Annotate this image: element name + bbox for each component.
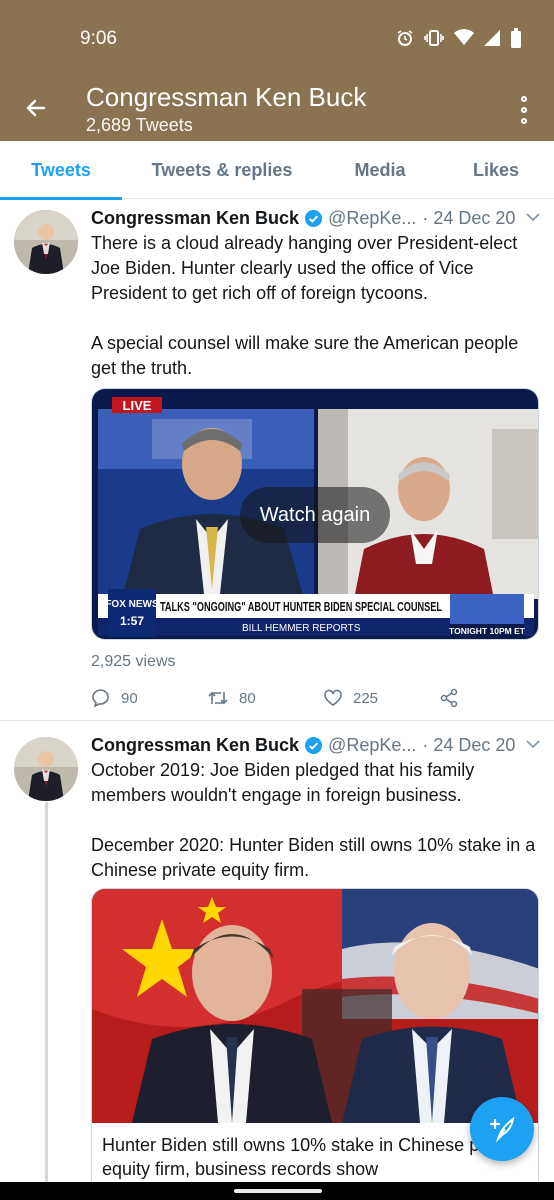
chevron-down-icon[interactable]	[525, 736, 541, 752]
watch-again-button[interactable]: Watch again	[240, 487, 390, 543]
more-options-button[interactable]	[512, 92, 536, 128]
tab-media[interactable]: Media	[322, 141, 438, 199]
more-dot-icon	[521, 118, 527, 124]
more-dot-icon	[521, 96, 527, 102]
separator-dot: ·	[422, 734, 429, 755]
retweet-icon	[208, 691, 228, 705]
battery-icon	[511, 28, 521, 48]
tab-tweets-and-replies[interactable]: Tweets & replies	[122, 141, 322, 199]
link-card[interactable]: Hunter Biden still owns 10% stake in Chi…	[91, 888, 539, 1188]
reply-icon	[92, 689, 109, 708]
tweet-text: There is a cloud already hanging over Pr…	[91, 233, 519, 378]
chyron-subline: BILL HEMMER REPORTS	[242, 623, 361, 634]
home-gesture-handle[interactable]	[234, 1189, 322, 1193]
like-button[interactable]: 225	[323, 688, 439, 708]
tweet-actions: 90 80 225	[91, 685, 531, 711]
back-button[interactable]	[16, 88, 56, 128]
share-button[interactable]	[439, 688, 459, 708]
arrow-left-icon	[26, 99, 46, 117]
retweet-count: 80	[239, 689, 256, 707]
verified-badge-icon	[305, 209, 323, 227]
tweet-divider	[0, 720, 554, 721]
author-name[interactable]: Congressman Ken Buck	[91, 208, 299, 229]
author-name[interactable]: Congressman Ken Buck	[91, 735, 299, 756]
tweet-count: 2,689 Tweets	[86, 115, 193, 135]
tweet-text: October 2019: Joe Biden pledged that his…	[91, 760, 536, 880]
compose-tweet-button[interactable]	[470, 1097, 534, 1161]
live-tag: LIVE	[123, 398, 152, 413]
signal-icon	[484, 30, 500, 46]
broadcast-clock: 1:57	[120, 614, 144, 628]
reply-button[interactable]: 90	[91, 688, 207, 708]
profile-tabs: Tweets Tweets & replies Media Likes	[0, 141, 554, 200]
more-dot-icon	[521, 107, 527, 113]
status-icons	[396, 28, 522, 48]
avatar-image	[14, 210, 78, 274]
status-time: 9:06	[80, 28, 117, 49]
share-icon	[440, 688, 458, 708]
status-bar: 9:06	[0, 0, 554, 78]
vibrate-icon	[424, 30, 444, 46]
tweet-header: Congressman Ken Buck @RepKe... · 24 Dec …	[91, 205, 543, 231]
tweet-date[interactable]: 24 Dec 20	[433, 208, 515, 229]
tweet-header: Congressman Ken Buck @RepKe... · 24 Dec …	[91, 732, 543, 758]
like-count: 225	[353, 689, 379, 707]
thread-connector	[45, 802, 48, 1182]
chevron-down-icon[interactable]	[525, 209, 541, 225]
heart-icon	[324, 689, 342, 706]
chyron-headline: TALKS "ONGOING" ABOUT HUNTER BIDEN SPECI…	[160, 600, 442, 614]
tab-tweets[interactable]: Tweets	[0, 141, 122, 200]
avatar[interactable]	[14, 737, 78, 801]
tweet-date[interactable]: 24 Dec 20	[433, 735, 515, 756]
link-card-image	[92, 889, 538, 1123]
verified-badge-icon	[305, 736, 323, 754]
tweet[interactable]: Congressman Ken Buck @RepKe... · 24 Dec …	[0, 205, 554, 720]
author-handle[interactable]: @RepKe...	[328, 735, 416, 756]
avatar-image	[14, 737, 78, 801]
view-count: 2,925 views	[91, 653, 176, 670]
network-logo: FOX NEWS	[105, 599, 159, 610]
author-handle[interactable]: @RepKe...	[328, 208, 416, 229]
retweet-button[interactable]: 80	[207, 688, 323, 708]
tab-likes[interactable]: Likes	[438, 141, 554, 199]
profile-header: 9:06 Congressman Ken Buck 2,689 Tweets	[0, 0, 554, 141]
video-player[interactable]: LIVE FOX NEWS 1:57 TALKS "ONGOING" ABOUT…	[91, 388, 539, 640]
alarm-icon	[397, 30, 413, 46]
avatar[interactable]	[14, 210, 78, 274]
promo-time: TONIGHT 10PM ET	[449, 626, 526, 636]
tweet[interactable]: Congressman Ken Buck @RepKe... · 24 Dec …	[0, 732, 554, 1188]
reply-count: 90	[121, 689, 138, 707]
separator-dot: ·	[422, 207, 429, 228]
profile-name-title: Congressman Ken Buck	[86, 82, 367, 112]
wifi-icon	[454, 29, 474, 45]
system-nav-bar	[0, 1182, 554, 1200]
feather-plus-icon	[489, 1116, 515, 1143]
